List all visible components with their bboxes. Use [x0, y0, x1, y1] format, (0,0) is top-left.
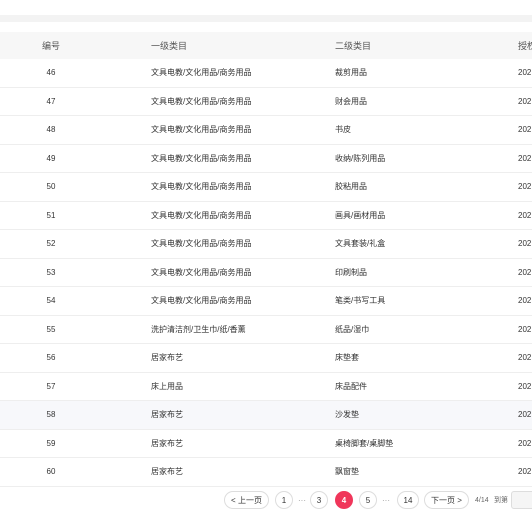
row-level1: 洗护清洁剂/卫生巾/纸/香薰	[151, 324, 246, 334]
table-row[interactable]: 52 文具电教/文化用品/商务用品 文具套装/礼盒 202	[0, 230, 532, 259]
row-level2: 裁剪用品	[335, 68, 367, 78]
jump-page-input[interactable]	[511, 491, 532, 509]
row-level1: 文具电教/文化用品/商务用品	[151, 296, 252, 306]
table-row[interactable]: 60 居家布艺 飘窗垫 202	[0, 458, 532, 487]
page-button-14[interactable]: 14	[397, 491, 419, 509]
top-filler	[0, 0, 532, 22]
row-no: 47	[46, 96, 56, 106]
row-level2: 沙发垫	[335, 410, 359, 420]
row-date: 202	[518, 410, 532, 420]
row-level1: 文具电教/文化用品/商务用品	[151, 96, 252, 106]
table-row[interactable]: 53 文具电教/文化用品/商务用品 印刷制品 202	[0, 259, 532, 287]
row-no: 49	[46, 153, 56, 163]
row-level2: 床垫套	[335, 353, 359, 363]
row-level1: 文具电教/文化用品/商务用品	[151, 182, 252, 192]
row-no: 54	[46, 296, 56, 306]
row-date: 202	[518, 182, 532, 192]
pagination-ellipsis: ···	[298, 495, 306, 505]
row-level1: 居家布艺	[151, 410, 183, 420]
row-no: 59	[46, 438, 56, 448]
row-date: 202	[518, 267, 532, 277]
next-page-button[interactable]: 下一页 >	[424, 491, 469, 509]
row-level2: 收纳/陈列用品	[335, 153, 386, 163]
row-no: 50	[46, 182, 56, 192]
table-row[interactable]: 56 居家布艺 床垫套 202	[0, 344, 532, 373]
row-level1: 文具电教/文化用品/商务用品	[151, 68, 252, 78]
row-date: 202	[518, 381, 532, 391]
table-row[interactable]: 59 居家布艺 桌椅脚套/桌脚垫 202	[0, 430, 532, 458]
prev-page-button[interactable]: < 上一页	[224, 491, 269, 509]
row-no: 60	[46, 467, 56, 477]
table-row[interactable]: 58 居家布艺 沙发垫 202	[0, 401, 532, 430]
table-row[interactable]: 51 文具电教/文化用品/商务用品 画具/画材用品 202	[0, 202, 532, 230]
page-info: 4/14	[475, 496, 489, 504]
row-date: 202	[518, 210, 532, 220]
row-level1: 床上用品	[151, 381, 183, 391]
row-level2: 桌椅脚套/桌脚垫	[335, 438, 394, 448]
header-level1: 一级类目	[151, 41, 188, 51]
row-level2: 文具套装/礼盒	[335, 239, 386, 249]
row-level1: 居家布艺	[151, 438, 183, 448]
row-level2: 书皮	[335, 125, 351, 135]
row-date: 202	[518, 438, 532, 448]
header-level2: 二级类目	[335, 41, 372, 51]
table-row[interactable]: 47 文具电教/文化用品/商务用品 财会用品 202	[0, 88, 532, 116]
table-row[interactable]: 49 文具电教/文化用品/商务用品 收纳/陈列用品 202	[0, 145, 532, 173]
header-date: 授权	[518, 41, 532, 51]
row-level1: 居家布艺	[151, 353, 183, 363]
row-level2: 胶粘用品	[335, 182, 367, 192]
table-row[interactable]: 50 文具电教/文化用品/商务用品 胶粘用品 202	[0, 173, 532, 202]
row-level1: 文具电教/文化用品/商务用品	[151, 267, 252, 277]
table-row[interactable]: 46 文具电教/文化用品/商务用品 裁剪用品 202	[0, 59, 532, 88]
row-no: 51	[46, 210, 56, 220]
row-level2: 笔类/书写工具	[335, 296, 386, 306]
page-button-1[interactable]: 1	[275, 491, 293, 509]
page-button-5[interactable]: 5	[359, 491, 377, 509]
row-date: 202	[518, 153, 532, 163]
row-level2: 印刷制品	[335, 267, 367, 277]
row-no: 48	[46, 125, 56, 135]
row-date: 202	[518, 239, 532, 249]
table-row[interactable]: 54 文具电教/文化用品/商务用品 笔类/书写工具 202	[0, 287, 532, 316]
row-no: 57	[46, 381, 56, 391]
row-no: 56	[46, 353, 56, 363]
row-date: 202	[518, 125, 532, 135]
row-date: 202	[518, 96, 532, 106]
row-date: 202	[518, 68, 532, 78]
row-no: 46	[46, 68, 56, 78]
row-level1: 文具电教/文化用品/商务用品	[151, 239, 252, 249]
pagination: < 上一页 1 ··· 3 4 5 ··· 14 下一页 > 4/14 到第	[0, 488, 532, 512]
pagination-ellipsis: ···	[382, 495, 390, 505]
row-level2: 画具/画材用品	[335, 210, 386, 220]
page-button-3[interactable]: 3	[310, 491, 328, 509]
row-level2: 纸品/湿巾	[335, 324, 370, 334]
table-header: 编号 一级类目 二级类目 授权	[0, 32, 532, 59]
table-body: 46 文具电教/文化用品/商务用品 裁剪用品 202 47 文具电教/文化用品/商务用品财…	[0, 59, 532, 487]
top-band	[0, 15, 532, 22]
table-row[interactable]: 48 文具电教/文化用品/商务用品 书皮 202	[0, 116, 532, 145]
row-level2: 床品配件	[335, 381, 367, 391]
row-no: 58	[46, 410, 56, 420]
jump-label: 到第	[494, 497, 508, 504]
row-date: 202	[518, 353, 532, 363]
row-level1: 文具电教/文化用品/商务用品	[151, 125, 252, 135]
table-row[interactable]: 57 床上用品 床品配件 202	[0, 373, 532, 401]
row-level2: 财会用品	[335, 96, 367, 106]
row-level1: 文具电教/文化用品/商务用品	[151, 153, 252, 163]
row-date: 202	[518, 296, 532, 306]
row-date: 202	[518, 467, 532, 477]
table-row[interactable]: 55 洗护清洁剂/卫生巾/纸/香薰 纸品/湿巾 202	[0, 316, 532, 344]
row-level1: 文具电教/文化用品/商务用品	[151, 210, 252, 220]
row-no: 52	[46, 239, 56, 249]
row-no: 53	[46, 267, 56, 277]
row-level2: 飘窗垫	[335, 467, 359, 477]
category-table: 编号 一级类目 二级类目 授权 46 文具电教/文化用品/商务用品 裁剪用品 202 4…	[0, 32, 532, 487]
row-date: 202	[518, 324, 532, 334]
row-no: 55	[46, 324, 56, 334]
page-button-4-current[interactable]: 4	[335, 491, 353, 509]
header-no: 编号	[41, 41, 60, 51]
row-level1: 居家布艺	[151, 467, 183, 477]
